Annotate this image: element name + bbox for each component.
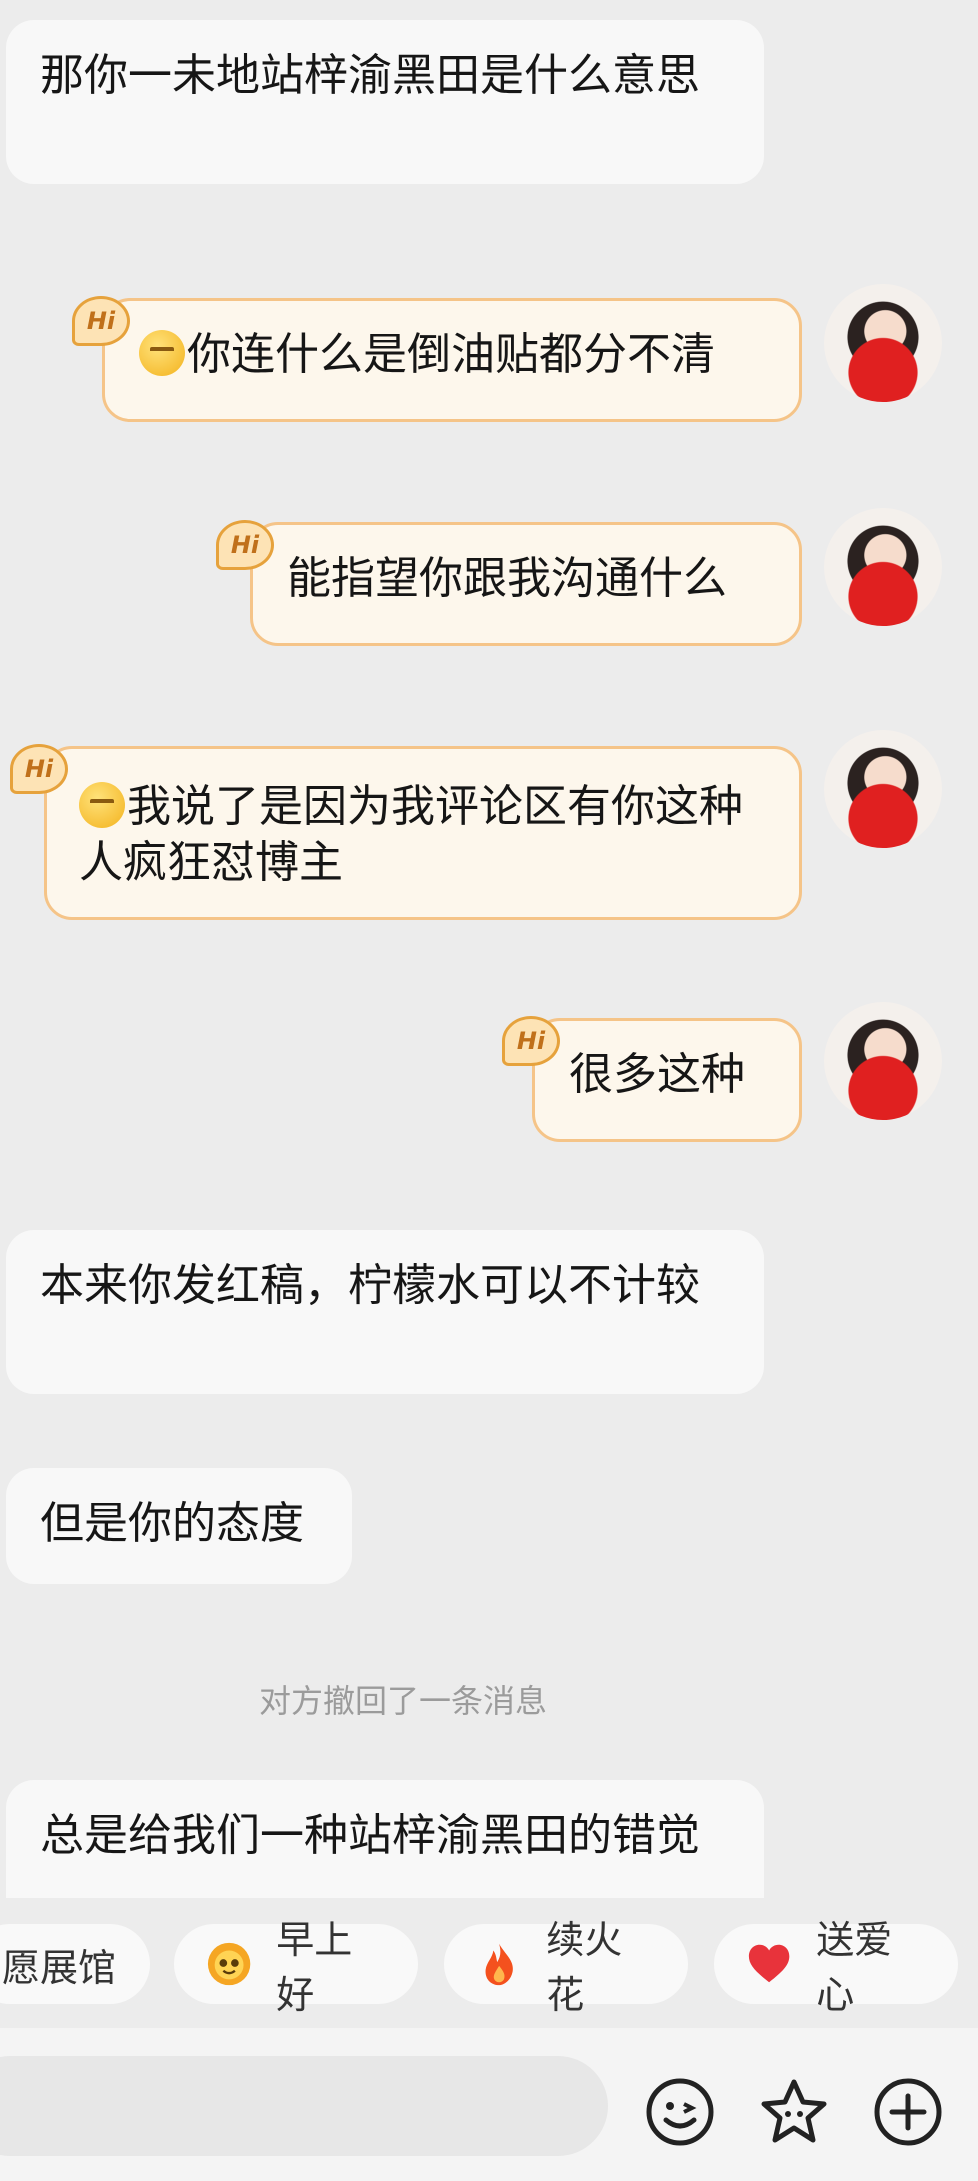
quick-reply-chip[interactable]: 送爱心 bbox=[714, 1918, 958, 2017]
avatar[interactable] bbox=[824, 1002, 942, 1120]
message-text: 本来你发红稿，柠檬水可以不计较 bbox=[40, 1260, 700, 1311]
message-bubble-sent[interactable]: 你连什么是倒油贴都分不清 bbox=[102, 298, 802, 422]
chat-screen: 那你一未地站梓渝黑田是什么意思 你连什么是倒油贴都分不清 Hi 能指望你跟我沟通… bbox=[0, 0, 978, 2181]
heart-icon bbox=[748, 1944, 790, 1983]
message-bubble-received[interactable]: 总是给我们一种站梓渝黑田的错觉 bbox=[6, 1780, 764, 1898]
message-bubble-sent[interactable]: 能指望你跟我沟通什么 bbox=[250, 522, 802, 646]
message-text: 能指望你跟我沟通什么 bbox=[287, 553, 727, 604]
input-bar bbox=[0, 2028, 978, 2181]
plus-circle-icon[interactable] bbox=[872, 2076, 944, 2148]
avatar[interactable] bbox=[824, 730, 942, 848]
sun-face-icon bbox=[207, 1942, 251, 1986]
message-text: 总是给我们一种站梓渝黑田的错觉 bbox=[40, 1810, 700, 1861]
emoji-icon[interactable] bbox=[644, 2076, 716, 2148]
message-bubble-received[interactable]: 那你一未地站梓渝黑田是什么意思 bbox=[6, 20, 764, 184]
message-text: 那你一未地站梓渝黑田是什么意思 bbox=[40, 50, 700, 101]
message-bubble-received[interactable]: 本来你发红稿，柠檬水可以不计较 bbox=[6, 1230, 764, 1394]
hi-badge-icon: Hi bbox=[72, 296, 130, 346]
flame-icon bbox=[485, 1943, 513, 1986]
recall-notice: 对方撤回了一条消息 bbox=[258, 1682, 547, 1720]
message-bubble-sent[interactable]: 很多这种 bbox=[532, 1018, 802, 1142]
chip-label: 早上好 bbox=[276, 1918, 353, 2017]
message-text: 但是你的态度 bbox=[40, 1498, 304, 1549]
quick-reply-chip[interactable]: 愿展馆 bbox=[0, 1924, 150, 2004]
chip-label: 送爱心 bbox=[816, 1918, 893, 2017]
chip-label: 愿展馆 bbox=[2, 1945, 117, 1990]
hi-badge-icon: Hi bbox=[502, 1016, 560, 1066]
message-text: 你连什么是倒油贴都分不清 bbox=[187, 329, 715, 380]
blush-emoji-icon bbox=[79, 782, 125, 828]
quick-reply-bar[interactable]: 愿展馆 早上好 续火花 送爱心 bbox=[0, 1898, 978, 2028]
avatar[interactable] bbox=[824, 284, 942, 402]
message-text: 很多这种 bbox=[569, 1049, 745, 1100]
hi-badge-icon: Hi bbox=[216, 520, 274, 570]
message-list[interactable]: 那你一未地站梓渝黑田是什么意思 你连什么是倒油贴都分不清 Hi 能指望你跟我沟通… bbox=[0, 0, 978, 1898]
chip-label: 续火花 bbox=[546, 1918, 623, 2017]
hi-badge-icon: Hi bbox=[10, 744, 68, 794]
message-input[interactable] bbox=[0, 2056, 608, 2156]
quick-reply-chip[interactable]: 续火花 bbox=[444, 1918, 688, 2017]
smirk-emoji-icon bbox=[139, 330, 185, 376]
quick-reply-chip[interactable]: 早上好 bbox=[174, 1918, 418, 2017]
message-bubble-received[interactable]: 但是你的态度 bbox=[6, 1468, 352, 1584]
avatar[interactable] bbox=[824, 508, 942, 626]
message-bubble-sent[interactable]: 我说了是因为我评论区有你这种人疯狂怼博主 bbox=[44, 746, 802, 920]
star-sticker-icon[interactable] bbox=[758, 2076, 830, 2148]
message-text: 我说了是因为我评论区有你这种人疯狂怼博主 bbox=[79, 781, 743, 888]
